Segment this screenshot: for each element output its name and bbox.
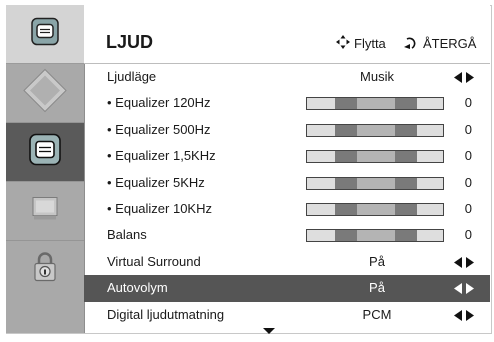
row-label: • Equalizer 10KHz — [107, 201, 212, 216]
level-bar[interactable] — [306, 229, 444, 243]
row-label: • Equalizer 1,5KHz — [107, 148, 216, 164]
picture-menu-icon — [22, 68, 68, 119]
row-label: • Equalizer 500Hz — [107, 121, 211, 137]
return-icon — [404, 35, 422, 54]
left-right-arrows-icon[interactable] — [454, 72, 474, 83]
row-value: 0 — [464, 148, 472, 164]
row-value: 0 — [464, 227, 472, 243]
row-eq-500hz[interactable]: • Equalizer 500Hz 0 — [84, 117, 490, 143]
level-bar[interactable] — [306, 203, 444, 216]
input-icon — [31, 17, 59, 51]
row-label: Digital ljudutmatning — [107, 306, 225, 322]
left-right-arrows-icon[interactable] — [454, 256, 474, 268]
page-title: LJUD — [106, 32, 154, 52]
sidebar-item-audio[interactable] — [6, 123, 84, 182]
row-value: På — [369, 253, 385, 269]
left-right-arrows-icon[interactable] — [454, 283, 474, 295]
sidebar-item-lock[interactable] — [6, 241, 84, 299]
sidebar-item-setup[interactable] — [6, 182, 84, 241]
left-right-arrows-icon[interactable] — [454, 309, 474, 321]
row-label: Ljudläge — [107, 69, 157, 84]
lock-menu-icon — [31, 252, 59, 289]
row-value: 0 — [464, 174, 472, 190]
row-digital-audio-out[interactable]: Digital ljudutmatning PCM — [84, 302, 490, 328]
row-eq-120hz[interactable]: • Equalizer 120Hz 0 — [84, 90, 490, 116]
row-balance[interactable]: Balans 0 — [84, 222, 490, 248]
row-eq-10khz[interactable]: • Equalizer 10KHz 0 — [84, 196, 490, 222]
row-eq-5khz[interactable]: • Equalizer 5KHz 0 — [84, 170, 490, 196]
sidebar-item-picture[interactable] — [6, 64, 84, 123]
sidebar — [6, 5, 85, 333]
row-value: 0 — [464, 121, 472, 137]
row-label: Virtual Surround — [107, 253, 201, 269]
settings-list: Ljudläge Musik • Equalizer 120Hz 0 • Equ… — [84, 64, 490, 333]
back-hint: ÅTERGÅ — [423, 36, 477, 51]
row-value: Musik — [360, 69, 394, 84]
row-value: På — [369, 280, 385, 296]
row-auto-volume[interactable]: Autovolym På — [84, 275, 490, 302]
move-icon — [335, 34, 351, 55]
row-eq-1-5khz[interactable]: • Equalizer 1,5KHz 0 — [84, 143, 490, 169]
row-label: • Equalizer 5KHz — [107, 174, 205, 190]
row-virtual-surround[interactable]: Virtual Surround På — [84, 249, 490, 275]
setup-menu-icon — [30, 194, 60, 229]
row-value: 0 — [464, 95, 472, 111]
audio-menu-icon — [29, 133, 61, 171]
row-sound-mode[interactable]: Ljudläge Musik — [84, 64, 490, 90]
menu-header: LJUD Flytta ÅTERGÅ — [84, 5, 490, 64]
level-bar[interactable] — [306, 97, 444, 111]
scroll-down-icon[interactable] — [263, 328, 275, 334]
row-label: Balans — [107, 227, 147, 243]
row-label: Autovolym — [107, 280, 168, 296]
level-bar[interactable] — [306, 176, 444, 190]
move-hint: Flytta — [354, 36, 386, 51]
row-value: PCM — [362, 306, 392, 322]
row-value: 0 — [464, 201, 472, 216]
level-bar[interactable] — [306, 150, 444, 164]
sidebar-top — [6, 5, 84, 64]
row-label: • Equalizer 120Hz — [107, 95, 211, 111]
level-bar[interactable] — [306, 123, 444, 137]
